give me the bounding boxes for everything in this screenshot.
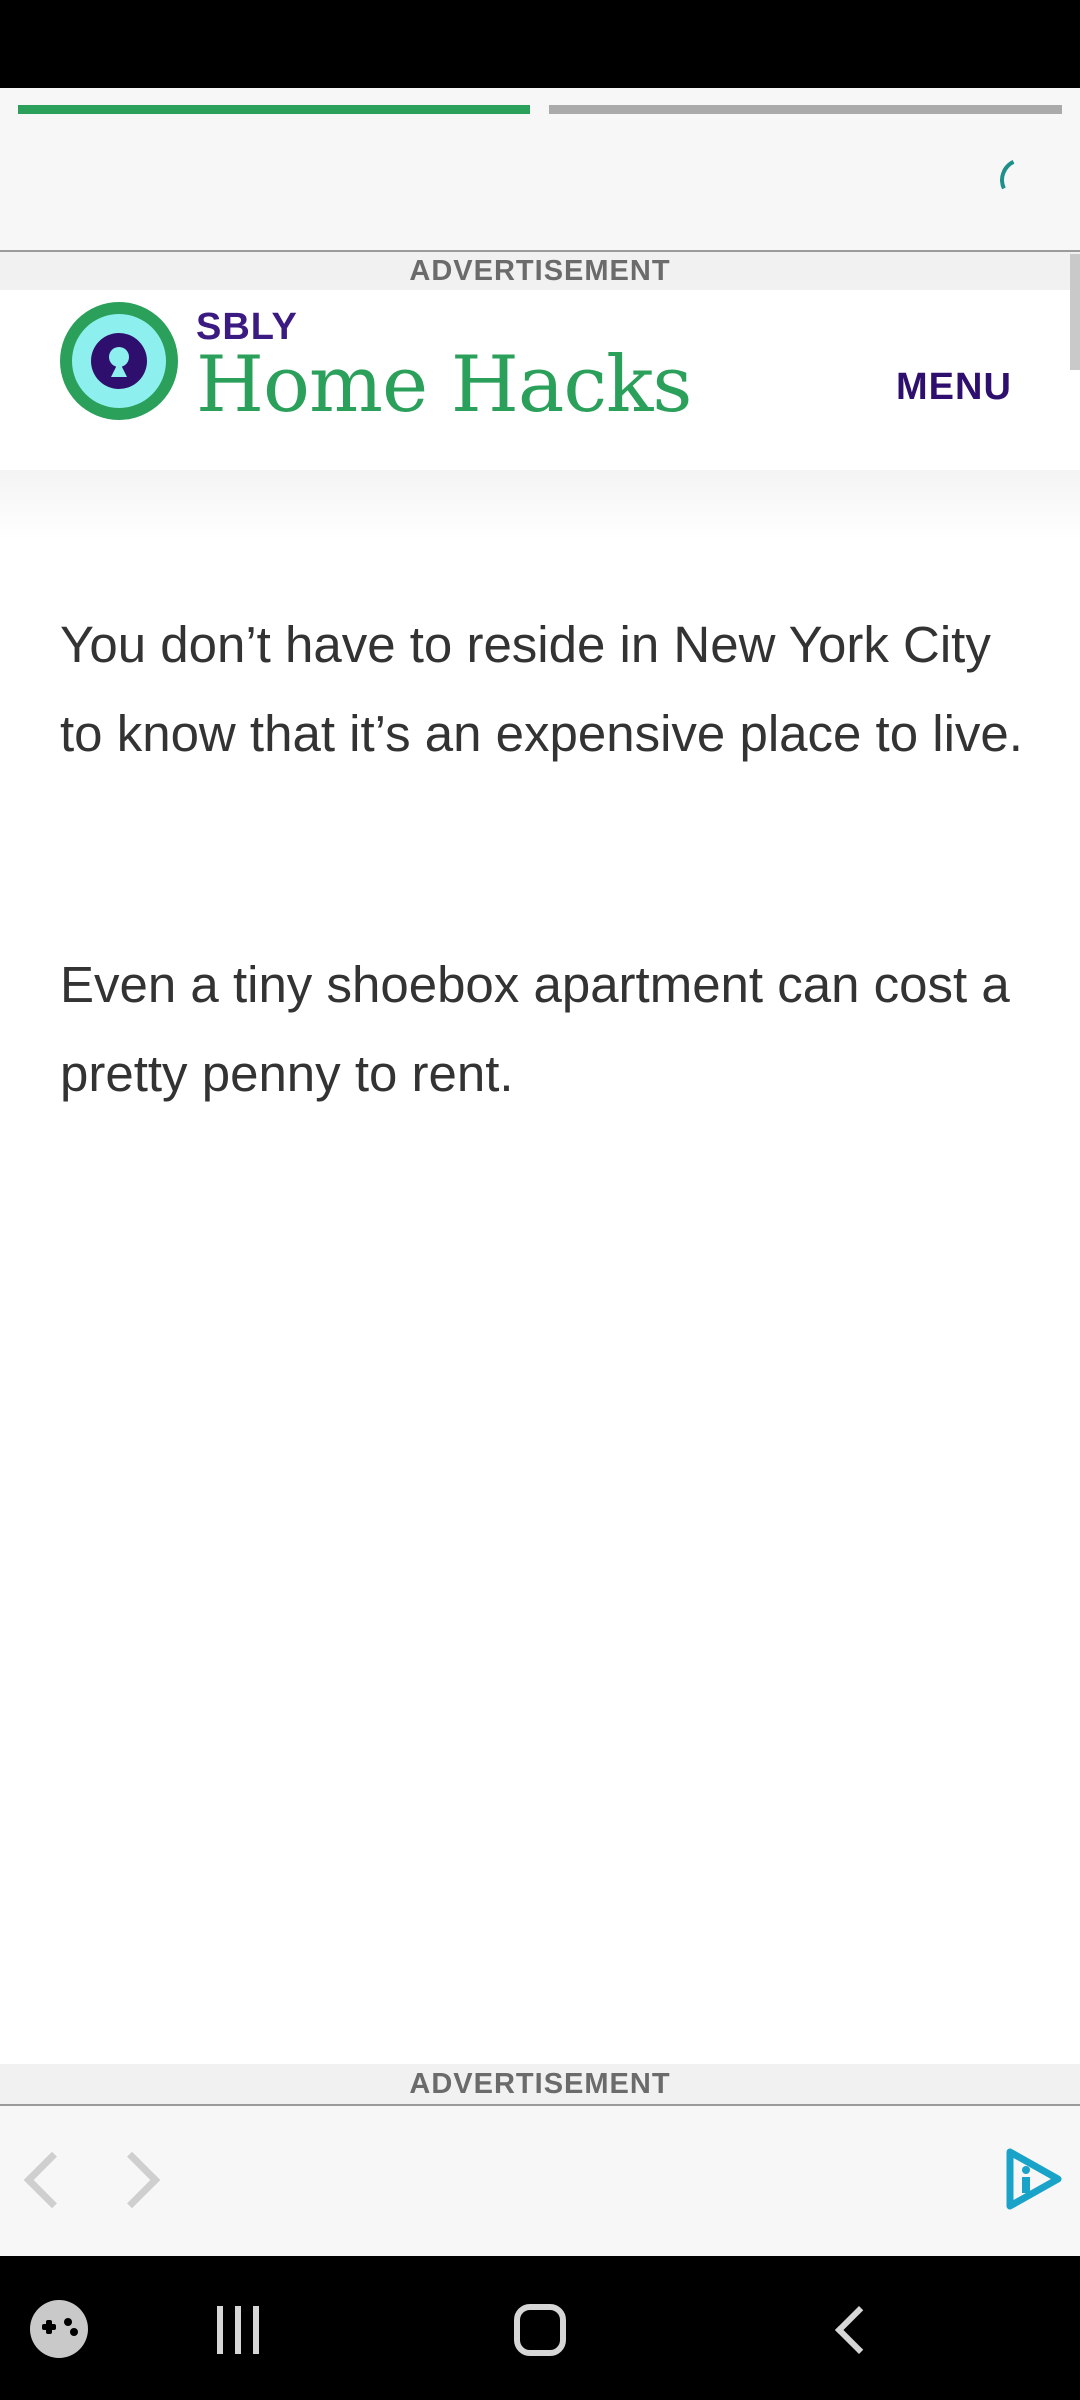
recent-apps-icon[interactable] — [213, 2306, 263, 2354]
article-paragraph-1: You don’t have to reside in New York Cit… — [60, 616, 1023, 762]
progress-segment-inactive — [549, 105, 1062, 114]
play-info-icon[interactable] — [1004, 2146, 1064, 2212]
page: ADVERTISEMENT SBLY Home Hacks MENU You d… — [0, 0, 1080, 2400]
brand-name[interactable]: Home Hacks — [196, 340, 692, 430]
bottom-toolbar — [0, 2106, 1080, 2256]
header-shadow — [0, 470, 1080, 540]
home-icon[interactable] — [514, 2304, 566, 2356]
article-paragraph-2: Even a tiny shoebox apartment can cost a… — [60, 956, 1010, 1102]
keyhole-logo-icon[interactable] — [60, 302, 178, 420]
gamepad-icon[interactable] — [30, 2300, 88, 2358]
scrollbar-thumb[interactable] — [1070, 254, 1080, 370]
advertisement-label-bottom: ADVERTISEMENT — [0, 2064, 1080, 2106]
menu-button[interactable]: MENU — [896, 366, 1012, 409]
advertisement-label-top: ADVERTISEMENT — [0, 252, 1080, 290]
status-bar — [0, 0, 1080, 88]
progress-segment-active — [18, 105, 530, 114]
